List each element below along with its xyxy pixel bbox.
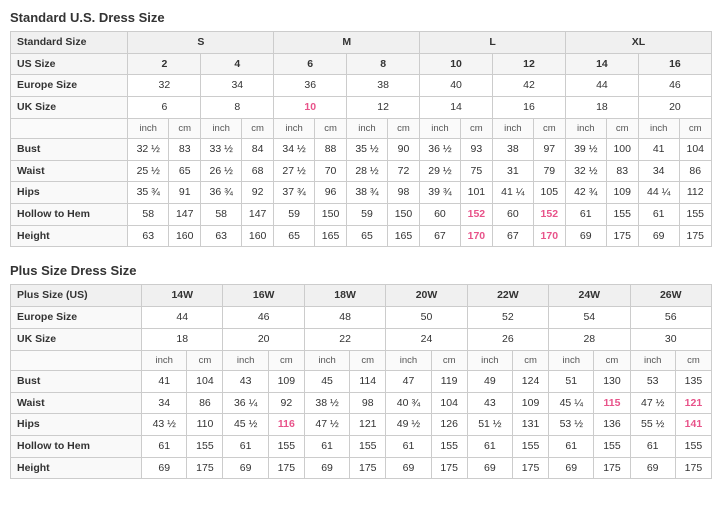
standard-size-group-row: Standard Size S M L XL	[11, 32, 712, 54]
uk-8: 8	[201, 97, 274, 119]
us-12: 12	[493, 53, 566, 75]
plus-14w: 14W	[142, 285, 223, 307]
unit-cm-4: cm	[387, 118, 419, 138]
uk-16: 16	[493, 97, 566, 119]
unit-cm-8: cm	[679, 118, 711, 138]
us-2: 2	[128, 53, 201, 75]
standard-title: Standard U.S. Dress Size	[10, 10, 712, 25]
plus-26w: 26W	[630, 285, 712, 307]
plus-height-row: Height 69175 69175 69175 69175 69175 691…	[11, 457, 712, 479]
unit-inch-4: inch	[347, 118, 388, 138]
eu-44: 44	[565, 75, 638, 97]
bust-row: Bust 32 ½83 33 ½84 34 ½88 35 ½90 36 ½93 …	[11, 139, 712, 161]
uk-18: 18	[565, 97, 638, 119]
eu-40: 40	[420, 75, 493, 97]
plus-hollow-hem-row: Hollow to Hem 61155 61155 61155 61155 61…	[11, 435, 712, 457]
unit-inch-5: inch	[420, 118, 461, 138]
eu-38: 38	[347, 75, 420, 97]
eu-42: 42	[493, 75, 566, 97]
standard-unit-row: inch cm inch cm inch cm inch cm inch cm …	[11, 118, 712, 138]
plus-bust-row: Bust 41104 43109 45114 47119 49124 51130…	[11, 370, 712, 392]
s-group: S	[128, 32, 274, 54]
waist-row: Waist 25 ½65 26 ½68 27 ½70 28 ½72 29 ½75…	[11, 160, 712, 182]
plus-uk-row: UK Size 18 20 22 24 26 28 30	[11, 328, 712, 350]
unit-inch-6: inch	[493, 118, 534, 138]
us-16: 16	[638, 53, 711, 75]
unit-cm-7: cm	[606, 118, 638, 138]
plus-table: Plus Size (US) 14W 16W 18W 20W 22W 24W 2…	[10, 284, 712, 479]
plus-24w: 24W	[549, 285, 630, 307]
unit-cm-6: cm	[533, 118, 565, 138]
plus-uk-label: UK Size	[11, 328, 142, 350]
us-10: 10	[420, 53, 493, 75]
height-row: Height 63160 63160 65165 65165 67170 671…	[11, 225, 712, 247]
eu-34: 34	[201, 75, 274, 97]
plus-hips-row: Hips 43 ½110 45 ½116 47 ½121 49 ½126 51 …	[11, 414, 712, 436]
plus-europe-row: Europe Size 44 46 48 50 52 54 56	[11, 307, 712, 329]
uk-size-label: UK Size	[11, 97, 128, 119]
uk-10: 10	[274, 97, 347, 119]
plus-22w: 22W	[467, 285, 548, 307]
xl-group: XL	[565, 32, 711, 54]
eu-32: 32	[128, 75, 201, 97]
unit-inch-1: inch	[128, 118, 169, 138]
us-14: 14	[565, 53, 638, 75]
us-size-label: US Size	[11, 53, 128, 75]
us-8: 8	[347, 53, 420, 75]
l-group: L	[420, 32, 566, 54]
plus-size-label: Plus Size (US)	[11, 285, 142, 307]
us-4: 4	[201, 53, 274, 75]
plus-waist-row: Waist 3486 36 ¼92 38 ½98 40 ¾104 43109 4…	[11, 392, 712, 414]
unit-inch-8: inch	[638, 118, 679, 138]
bust-label: Bust	[11, 139, 128, 161]
plus-16w: 16W	[223, 285, 304, 307]
standard-size-label: Standard Size	[11, 32, 128, 54]
plus-hollow-hem-label: Hollow to Hem	[11, 435, 142, 457]
plus-title: Plus Size Dress Size	[10, 263, 712, 278]
hips-row: Hips 35 ¾91 36 ¾92 37 ¾96 38 ¾98 39 ¾101…	[11, 182, 712, 204]
us-size-row: US Size 2 4 6 8 10 12 14 16	[11, 53, 712, 75]
uk-size-row: UK Size 6 8 10 12 14 16 18 20	[11, 97, 712, 119]
plus-unit-row: inchcm inchcm inchcm inchcm inchcm inchc…	[11, 350, 712, 370]
unit-inch-2: inch	[201, 118, 242, 138]
plus-hips-label: Hips	[11, 414, 142, 436]
unit-cm-2: cm	[241, 118, 273, 138]
plus-18w: 18W	[304, 285, 385, 307]
uk-6: 6	[128, 97, 201, 119]
us-6: 6	[274, 53, 347, 75]
europe-size-row: Europe Size 32 34 36 38 40 42 44 46	[11, 75, 712, 97]
hollow-hem-label: Hollow to Hem	[11, 204, 128, 226]
unit-inch-3: inch	[274, 118, 315, 138]
height-label: Height	[11, 225, 128, 247]
plus-size-row: Plus Size (US) 14W 16W 18W 20W 22W 24W 2…	[11, 285, 712, 307]
standard-table: Standard Size S M L XL US Size 2 4 6 8 1…	[10, 31, 712, 247]
uk-12: 12	[347, 97, 420, 119]
uk-14: 14	[420, 97, 493, 119]
unit-cm-3: cm	[314, 118, 346, 138]
unit-cm-5: cm	[460, 118, 492, 138]
unit-cm-1: cm	[169, 118, 201, 138]
plus-bust-label: Bust	[11, 370, 142, 392]
europe-size-label: Europe Size	[11, 75, 128, 97]
plus-height-label: Height	[11, 457, 142, 479]
m-group: M	[274, 32, 420, 54]
plus-europe-label: Europe Size	[11, 307, 142, 329]
eu-46: 46	[638, 75, 711, 97]
hips-label: Hips	[11, 182, 128, 204]
hollow-hem-row: Hollow to Hem 58147 58147 59150 59150 60…	[11, 204, 712, 226]
plus-waist-label: Waist	[11, 392, 142, 414]
eu-36: 36	[274, 75, 347, 97]
uk-20: 20	[638, 97, 711, 119]
unit-inch-7: inch	[565, 118, 606, 138]
waist-label: Waist	[11, 160, 128, 182]
plus-20w: 20W	[386, 285, 467, 307]
